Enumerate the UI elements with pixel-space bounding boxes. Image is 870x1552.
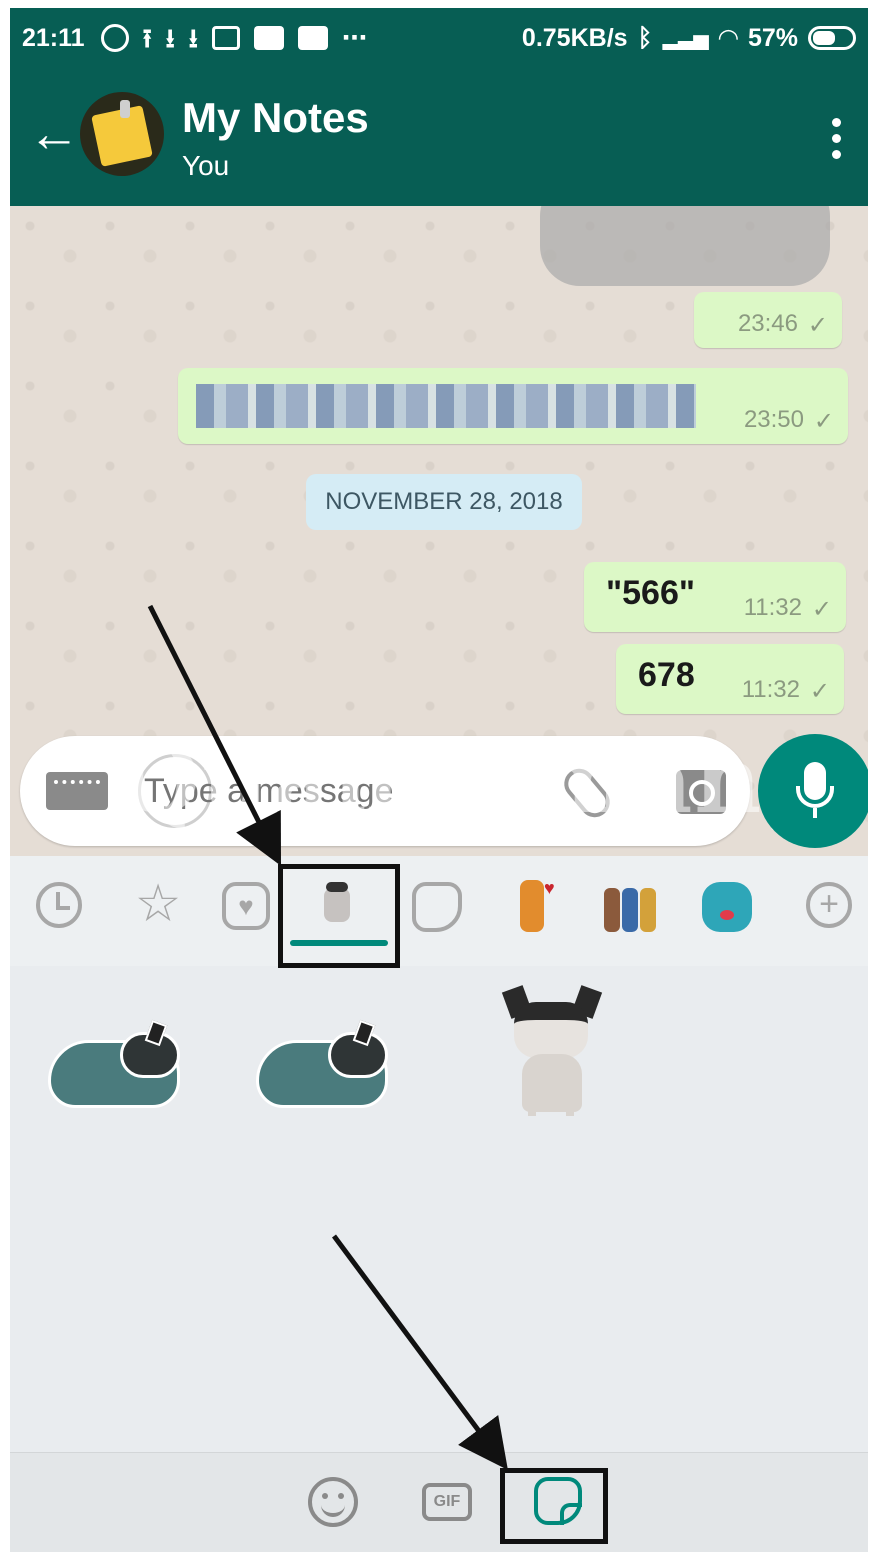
- message-bubble[interactable]: 678 11:32 ✓: [616, 644, 844, 714]
- sleeping-cat-sticker[interactable]: [48, 1019, 180, 1108]
- signal-icon: ▂▃▅: [662, 27, 709, 50]
- bluetooth-icon: ᛒ: [637, 23, 653, 52]
- more-notifications-icon: ⋯: [341, 24, 367, 52]
- message-bubble[interactable]: 23:50 ✓: [178, 368, 848, 444]
- arrow-left-icon[interactable]: ←: [28, 108, 80, 160]
- message-time: 23:46: [737, 310, 798, 337]
- sitting-cat-sticker[interactable]: [500, 985, 610, 1118]
- microphone-button[interactable]: [758, 734, 868, 848]
- heart-icon: ♥: [544, 878, 555, 898]
- wifi-icon: ◠: [718, 24, 738, 52]
- video-icon: [297, 26, 328, 50]
- screenshot-icon: [211, 26, 240, 50]
- notification-icons: ⭱ ⭳ ⭳ ⋯: [100, 23, 367, 53]
- tab-sticker-pack-1[interactable]: ♥: [508, 874, 568, 934]
- message-time: 11:32: [741, 676, 800, 703]
- keyboard-icon[interactable]: [46, 772, 108, 810]
- plus-circle-icon[interactable]: +: [806, 882, 852, 928]
- highlight-box-cat-tab: [278, 864, 400, 968]
- check-icon: ✓: [811, 596, 832, 623]
- sleeping-cat-sticker[interactable]: [256, 1019, 388, 1108]
- message-composer: [20, 736, 750, 846]
- chat-subtitle: You: [182, 150, 230, 181]
- paperclip-icon[interactable]: [558, 762, 616, 824]
- battery-percent: 57%: [747, 23, 798, 52]
- notification-icon: [100, 24, 129, 52]
- sticker-grid: [10, 966, 868, 1452]
- tab-sticker-pack-2[interactable]: [600, 874, 664, 934]
- network-speed: 0.75KB/s: [521, 23, 628, 52]
- highlight-box-sticker-button: [500, 1468, 608, 1544]
- clock-icon[interactable]: [36, 882, 82, 928]
- camera-icon[interactable]: [676, 770, 726, 814]
- chat-header: ← My Notes You: [10, 68, 868, 206]
- star-icon[interactable]: ☆: [128, 874, 188, 934]
- message-icon: [253, 26, 284, 50]
- status-time: 21:11: [22, 23, 85, 52]
- pin-image: [120, 100, 130, 118]
- image-message-preview[interactable]: [540, 206, 830, 286]
- phone-screen: 21:11 ⭱ ⭳ ⭳ ⋯ 0.75KB/s ᛒ ▂▃▅ ◠ 57% ← My …: [10, 8, 868, 1552]
- message-bubble[interactable]: "566" 11:32 ✓: [584, 562, 846, 632]
- check-icon: ✓: [813, 408, 834, 435]
- pixelated-text: [196, 384, 696, 428]
- message-time: 23:50: [743, 406, 804, 433]
- tab-sticker-pack-3[interactable]: [694, 874, 758, 934]
- status-right: 0.75KB/s ᛒ ▂▃▅ ◠ 57%: [522, 23, 856, 53]
- message-bubble[interactable]: 23:46 ✓: [694, 292, 842, 348]
- status-bar: 21:11 ⭱ ⭳ ⭳ ⋯ 0.75KB/s ᛒ ▂▃▅ ◠ 57%: [10, 8, 868, 68]
- upload-icon: ⭱: [142, 23, 152, 53]
- chat-area: 23:46 ✓ 23:50 ✓ NOVEMBER 28, 2018 "566" …: [10, 206, 868, 856]
- download-icon: ⭳: [165, 23, 175, 53]
- date-separator: NOVEMBER 28, 2018: [306, 474, 582, 530]
- chat-title[interactable]: My Notes: [182, 94, 369, 142]
- check-icon: ✓: [807, 312, 828, 339]
- download-icon-2: ⭳: [188, 23, 198, 53]
- message-text: "566": [606, 574, 695, 612]
- battery-icon: [808, 26, 856, 50]
- emoji-gif-sticker-bar: GIF: [10, 1452, 868, 1552]
- heart-icon[interactable]: ♥: [222, 882, 270, 930]
- message-text: 678: [638, 656, 695, 694]
- message-time: 11:32: [743, 594, 802, 621]
- more-vertical-icon[interactable]: [832, 118, 842, 166]
- gif-icon[interactable]: GIF: [422, 1483, 472, 1521]
- emoji-icon[interactable]: [308, 1477, 358, 1527]
- check-icon: ✓: [809, 678, 830, 705]
- avatar[interactable]: [80, 92, 164, 176]
- message-input[interactable]: [144, 766, 544, 816]
- sticker-icon[interactable]: [412, 882, 462, 932]
- sticker-pack-tabs: ☆ ♥ ♥ +: [10, 856, 868, 966]
